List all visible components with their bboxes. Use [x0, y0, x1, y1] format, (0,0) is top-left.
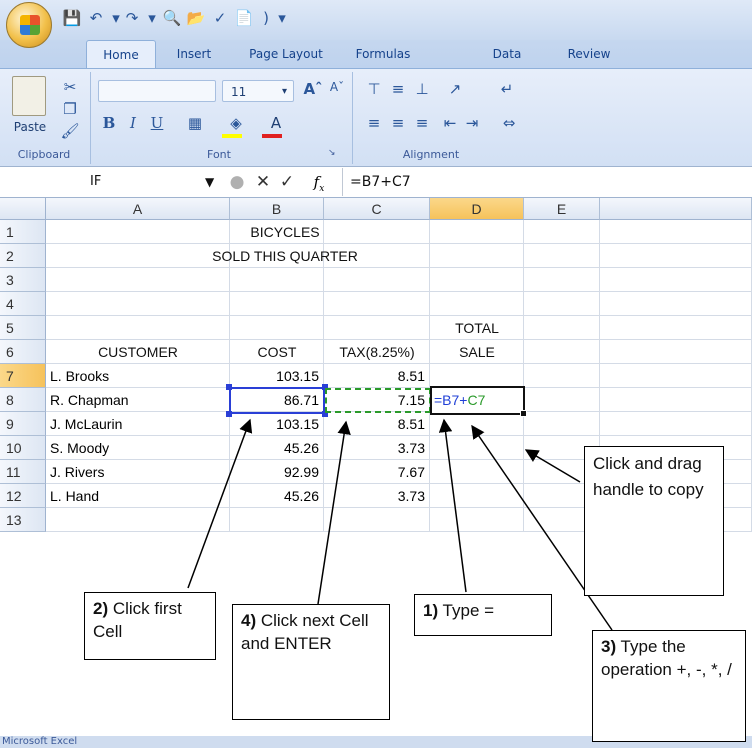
callout-1-number: 1)	[423, 601, 439, 620]
arrow-to-d7	[438, 418, 467, 593]
office-logo-icon	[20, 15, 40, 35]
arrow-to-c7	[317, 420, 351, 605]
callout-4-text: Click next Cell and ENTER	[241, 611, 369, 653]
callout-1: 1) Type =	[414, 594, 552, 636]
callout-2-number: 2)	[93, 599, 109, 618]
callout-4-number: 4)	[241, 611, 257, 630]
callout-3: 3) Type the operation +, -, *, /	[592, 630, 746, 742]
arrow-to-fill-handle	[524, 449, 581, 483]
callout-3-number: 3)	[601, 637, 617, 656]
callout-2: 2) Click first Cell	[84, 592, 216, 660]
callout-3-text: Type the operation +, -, *, /	[601, 637, 732, 679]
callout-5: Click and drag handle to copy	[584, 446, 724, 596]
office-button[interactable]	[6, 2, 52, 48]
callout-1-text: Type =	[438, 601, 495, 620]
arrow-to-b7	[187, 418, 253, 589]
callout-4: 4) Click next Cell and ENTER	[232, 604, 390, 720]
